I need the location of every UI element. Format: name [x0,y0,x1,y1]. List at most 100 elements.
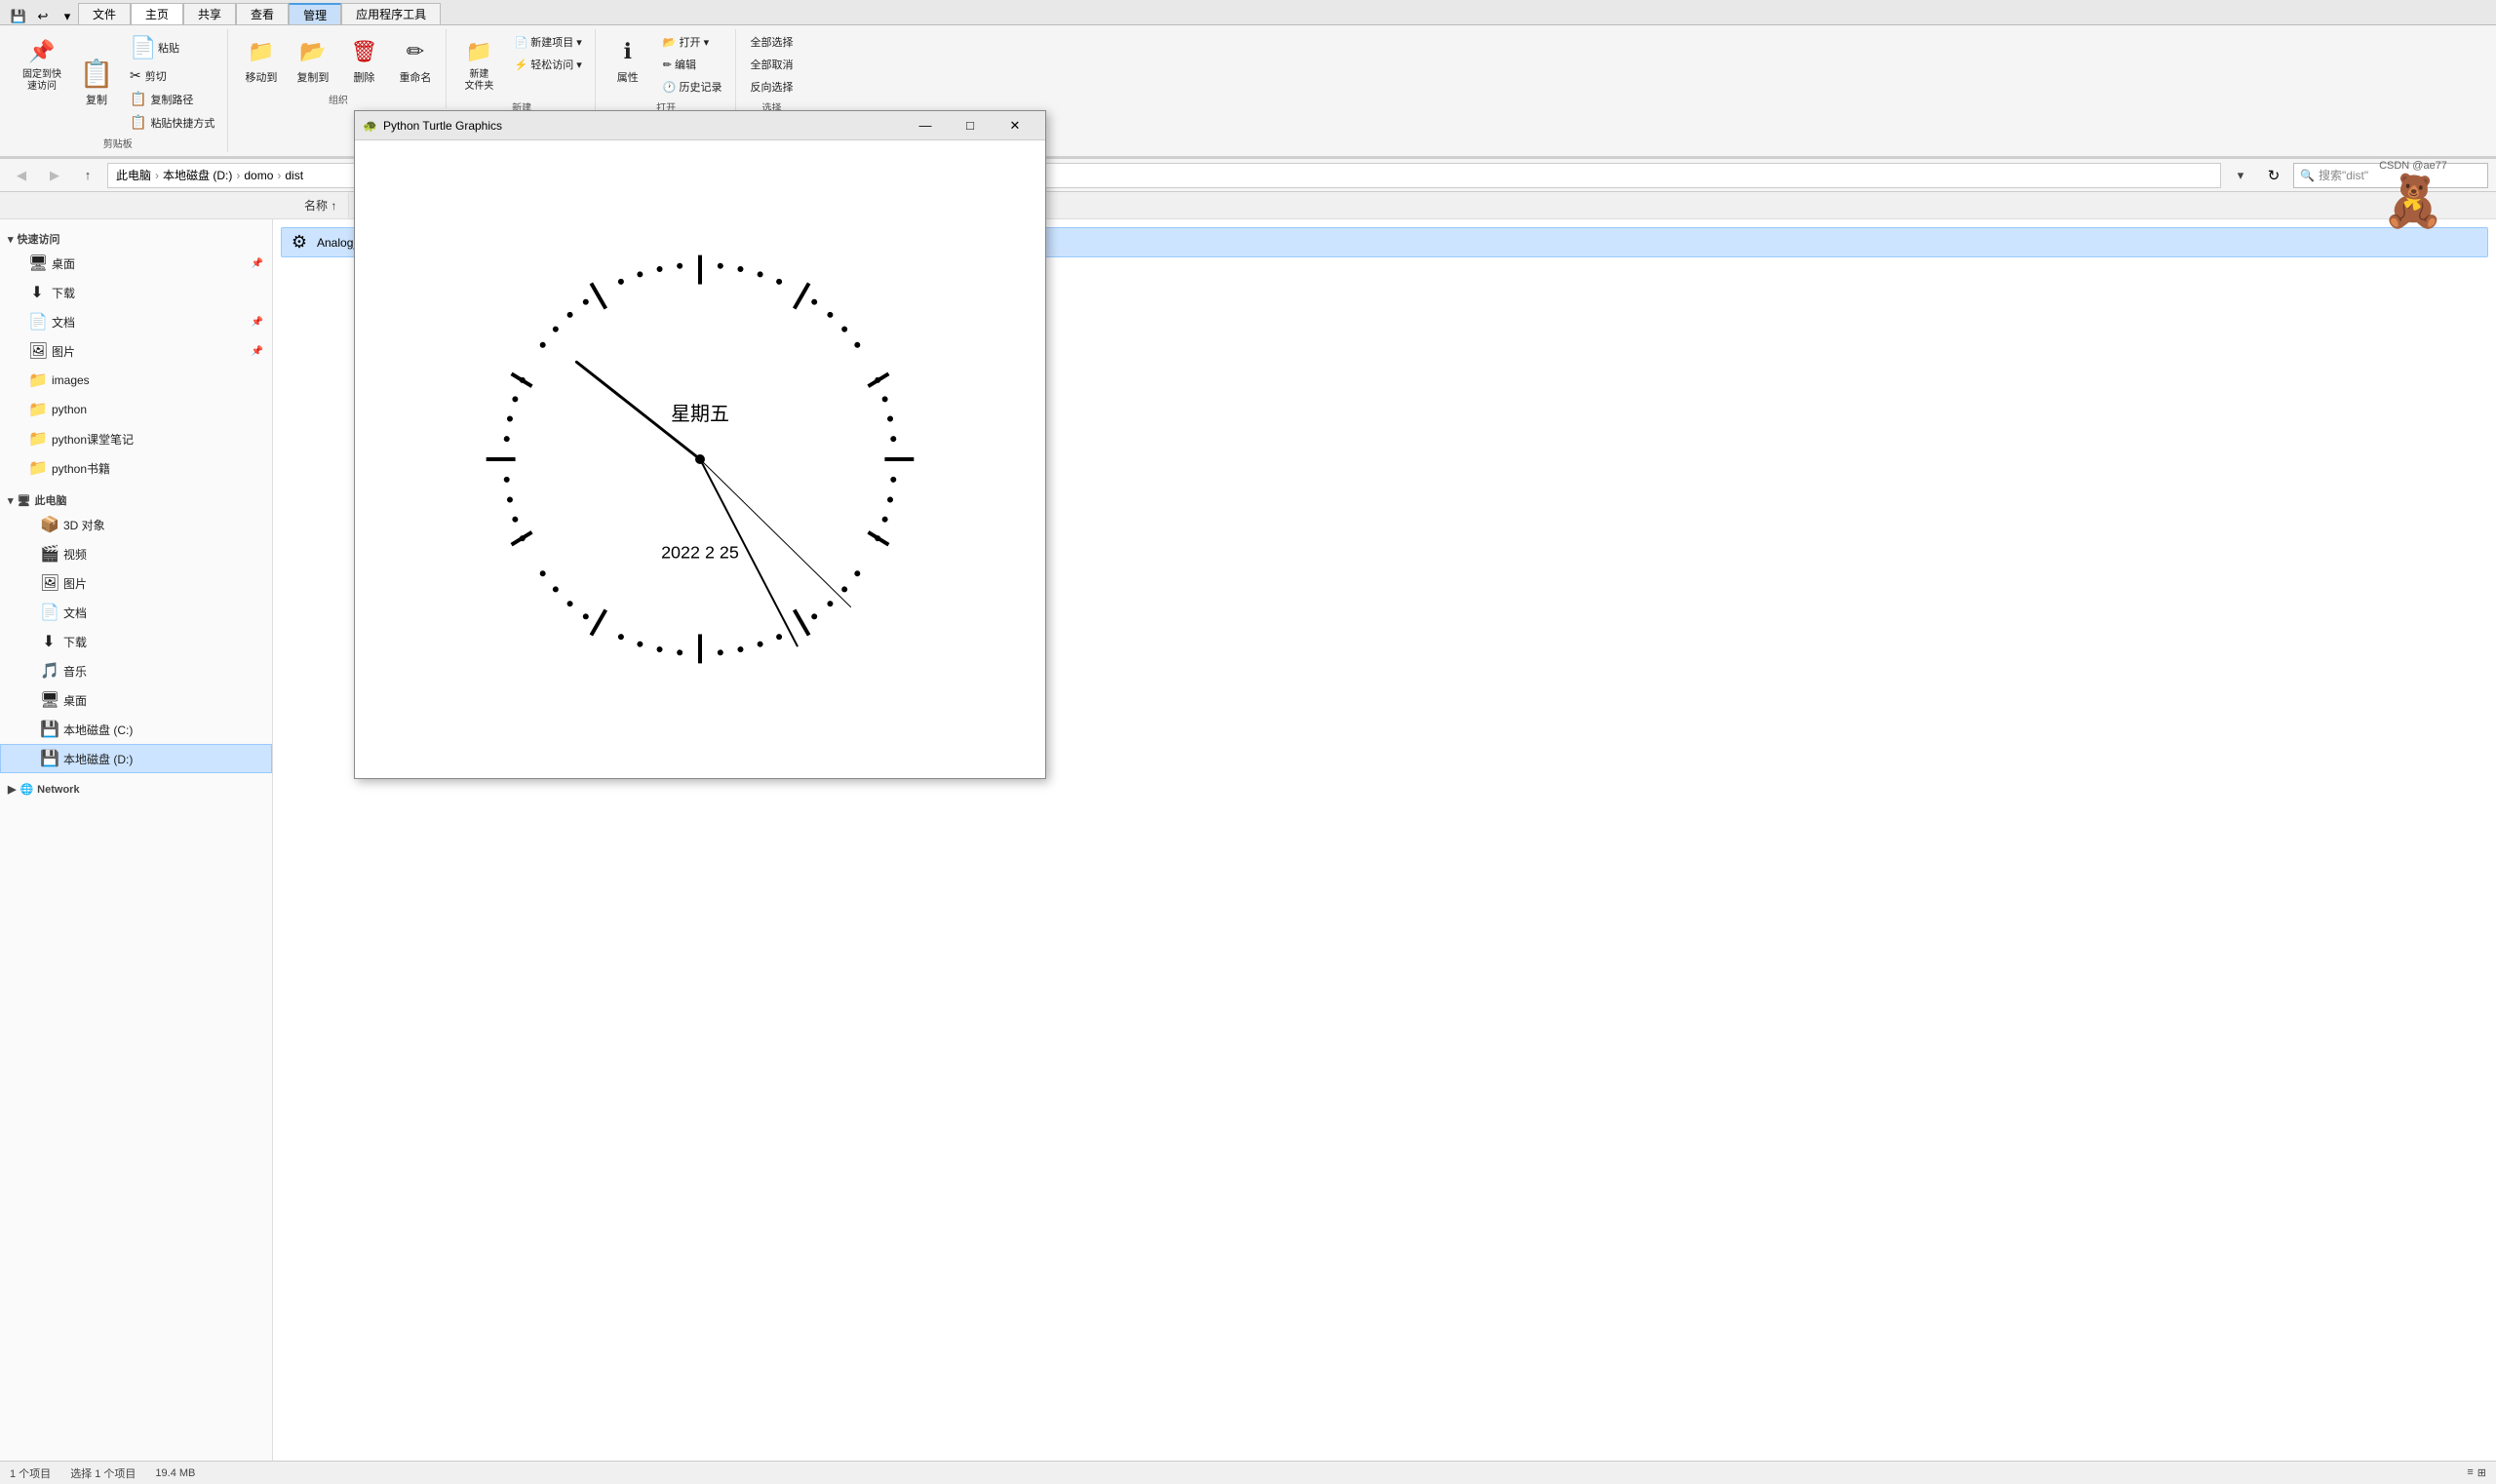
tab-view[interactable]: 查看 [236,3,289,24]
nav-up-button[interactable]: ↑ [74,163,101,188]
python-books-icon: 📁 [28,458,46,478]
edit-button[interactable]: ✏ 编辑 [656,54,729,75]
tab-manage[interactable]: 管理 [289,3,341,24]
qat-undo-button[interactable]: ↩ [32,6,54,27]
network-icon: 🌐 [20,783,33,796]
sidebar-item-label: 下载 [52,285,75,301]
new-folder-button[interactable]: 📁 新建文件夹 [454,31,503,98]
properties-icon: ℹ [612,36,644,67]
sidebar-item-3d[interactable]: 📦 3D 对象 [0,510,272,539]
detail-view-button[interactable]: ⊞ [2477,1466,2486,1479]
turtle-maximize-button[interactable]: □ [948,111,993,140]
qat-dropdown-button[interactable]: ▾ [57,6,78,27]
3d-icon: 📦 [40,515,58,534]
history-button[interactable]: 🕐 历史记录 [656,76,729,98]
sidebar-item-documents2[interactable]: 📄 文档 [0,598,272,627]
turtle-window: 🐢 Python Turtle Graphics — □ ✕ [354,110,1046,779]
move-to-button[interactable]: 📁 移动到 [236,31,286,90]
clipboard-small-btns: ✂ 剪切 📋 复制路径 📋 粘贴快捷方式 [123,64,221,134]
music-icon: 🎵 [40,661,58,681]
properties-button[interactable]: ℹ 属性 [604,31,652,90]
sidebar-item-desktop2[interactable]: 🖥 桌面 [0,685,272,715]
copy-button[interactable]: 📋 复制 [72,54,121,112]
rename-button[interactable]: ✏ 重命名 [390,31,440,90]
status-count: 1 个项目 [10,1465,51,1481]
list-view-button[interactable]: ≡ [2467,1466,2473,1479]
copy-path-button[interactable]: 📋 复制路径 [123,88,221,110]
turtle-title: Python Turtle Graphics [383,119,502,133]
tab-share[interactable]: 共享 [183,3,236,24]
paste-button[interactable]: 📄 粘贴 [123,31,221,64]
this-pc-icon: 🖥 [18,494,31,507]
python-folder-icon: 📁 [28,400,46,419]
select-none-button[interactable]: 全部取消 [744,54,800,75]
select-btns: 全部选择 全部取消 反向选择 [744,31,800,98]
disk-d-icon: 💾 [40,749,58,768]
clock-svg: 星期五 2022 2 25 [355,140,1045,778]
turtle-canvas: 星期五 2022 2 25 [355,140,1045,778]
clipboard-group: 📌 固定到快速访问 📋 复制 📄 粘贴 [8,29,228,152]
organize-label: 组织 [329,90,348,106]
paste-shortcut-button[interactable]: 📋 粘贴快捷方式 [123,111,221,134]
sidebar-item-disk-c[interactable]: 💾 本地磁盘 (C:) [0,715,272,744]
cut-icon: ✂ [130,67,141,84]
sidebar-item-label: python [52,403,87,416]
sidebar-item-disk-d[interactable]: 💾 本地磁盘 (D:) [0,744,272,773]
tab-home[interactable]: 主页 [131,3,183,24]
turtle-titlebar: 🐢 Python Turtle Graphics — □ ✕ [355,111,1045,140]
sidebar-item-label: 文档 [52,314,75,331]
sidebar-item-desktop[interactable]: 🖥 桌面 📌 [0,249,272,278]
search-icon: 🔍 [2300,169,2315,182]
sidebar-item-label: 下载 [63,634,87,650]
sidebar-item-video[interactable]: 🎬 视频 [0,539,272,568]
turtle-minimize-button[interactable]: — [903,111,948,140]
sidebar-item-label: 文档 [63,605,87,621]
qat-save-button[interactable]: 💾 [8,6,29,27]
turtle-close-button[interactable]: ✕ [993,111,1037,140]
quick-access-header[interactable]: ▾ 快速访问 [0,225,272,249]
refresh-button[interactable]: ↻ [2260,163,2287,188]
this-pc-label: 此电脑 [35,492,67,508]
delete-button[interactable]: 🗑 删除 [339,31,388,90]
exe-icon: ⚙ [290,232,309,253]
address-dropdown-button[interactable]: ▾ [2227,163,2254,188]
tab-file[interactable]: 文件 [78,3,131,24]
sidebar-item-downloads2[interactable]: ⬇ 下载 [0,627,272,656]
tab-app-tools[interactable]: 应用程序工具 [341,3,441,24]
path-part-3[interactable]: dist [285,169,303,182]
organize-group: 📁 移动到 📂 复制到 🗑 删除 ✏ 重命名 [230,29,447,108]
open-button[interactable]: 📂 打开 ▾ [656,31,729,53]
select-group: 全部选择 全部取消 反向选择 选择 [738,29,806,116]
pin-button[interactable]: 📌 固定到快速访问 [14,31,70,98]
copy-to-button[interactable]: 📂 复制到 [288,31,337,90]
move-icon: 📁 [246,36,277,67]
sidebar-item-python-books[interactable]: 📁 python书籍 [0,453,272,483]
path-part-1[interactable]: 本地磁盘 (D:) [163,167,232,183]
copy-path-icon: 📋 [130,91,146,107]
col-name-header[interactable]: 名称 ↑ [292,193,349,217]
select-all-button[interactable]: 全部选择 [744,31,800,53]
new-item-button[interactable]: 📄 新建项目 ▾ [507,31,588,53]
sidebar-item-documents[interactable]: 📄 文档 📌 [0,307,272,336]
center-dot [695,454,705,464]
sidebar-item-music[interactable]: 🎵 音乐 [0,656,272,685]
sticker-emoji: 🧸 [2382,172,2445,231]
this-pc-header[interactable]: ▾ 🖥 此电脑 [0,487,272,510]
turtle-icon: 🐢 [363,119,377,133]
sidebar-item-label: images [52,373,90,387]
sidebar-item-pictures[interactable]: 🖼 图片 📌 [0,336,272,366]
sidebar-item-python[interactable]: 📁 python [0,395,272,424]
path-part-0[interactable]: 此电脑 [116,167,151,183]
path-part-2[interactable]: domo [244,169,273,182]
sidebar-item-downloads[interactable]: ⬇ 下载 [0,278,272,307]
invert-selection-button[interactable]: 反向选择 [744,76,800,98]
network-header[interactable]: ▶ 🌐 Network [0,777,272,798]
sidebar-item-images[interactable]: 📁 images [0,366,272,395]
sidebar-item-python-notes[interactable]: 📁 python课堂笔记 [0,424,272,453]
cut-button[interactable]: ✂ 剪切 [123,64,221,87]
easy-access-button[interactable]: ⚡ 轻松访问 ▾ [507,54,588,75]
desktop-icon: 🖥 [28,254,46,273]
sidebar-item-pictures2[interactable]: 🖼 图片 [0,568,272,598]
sidebar-item-label: 本地磁盘 (D:) [63,751,133,767]
turtle-titlebar-left: 🐢 Python Turtle Graphics [363,119,502,133]
